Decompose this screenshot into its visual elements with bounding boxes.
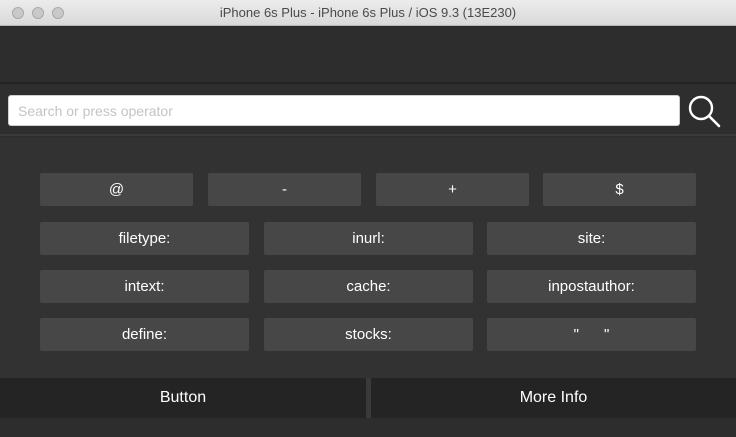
key-site[interactable]: site:: [487, 222, 696, 255]
key-inurl[interactable]: inurl:: [264, 222, 473, 255]
more-info-button[interactable]: More Info: [371, 378, 736, 418]
key-dollar[interactable]: $: [543, 173, 696, 206]
key-exact-phrase[interactable]: " ": [487, 318, 696, 351]
key-stocks[interactable]: stocks:: [264, 318, 473, 351]
search-icon[interactable]: [686, 93, 722, 129]
window-title: iPhone 6s Plus - iPhone 6s Plus / iOS 9.…: [219, 5, 517, 20]
key-minus[interactable]: -: [208, 173, 361, 206]
key-intext[interactable]: intext:: [40, 270, 249, 303]
key-filetype[interactable]: filetype:: [40, 222, 249, 255]
key-plus[interactable]: +: [376, 173, 529, 206]
key-cache[interactable]: cache:: [264, 270, 473, 303]
search-input[interactable]: [8, 95, 680, 126]
key-define[interactable]: define:: [40, 318, 249, 351]
simulator-titlebar: iPhone 6s Plus - iPhone 6s Plus / iOS 9.…: [0, 0, 736, 26]
key-inpostauthor[interactable]: inpostauthor:: [487, 270, 696, 303]
search-bar: [0, 82, 736, 136]
bottom-toolbar: Button More Info: [0, 378, 736, 437]
operator-keypad: @ - + $ filetype: inurl: site: intext: c…: [0, 138, 736, 378]
device-screen: @ - + $ filetype: inurl: site: intext: c…: [0, 27, 736, 437]
key-at[interactable]: @: [40, 173, 193, 206]
button-button[interactable]: Button: [0, 378, 366, 418]
status-bar: [0, 27, 736, 82]
